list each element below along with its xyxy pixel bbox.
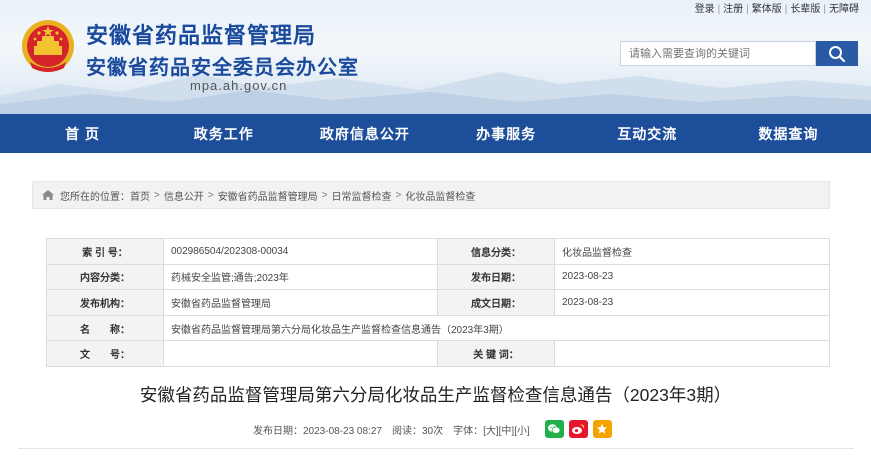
wechat-icon	[548, 424, 561, 434]
home-icon	[42, 190, 54, 200]
site-title-sub: 安徽省药品安全委员会办公室	[86, 57, 359, 79]
publish-date-value: 2023-08-23	[554, 263, 830, 291]
nav-item-info-disclosure[interactable]: 政府信息公开	[294, 114, 435, 153]
docno-value	[163, 340, 438, 367]
national-emblem-icon	[22, 20, 74, 72]
font-size-label: 字体：	[453, 425, 484, 437]
breadcrumb-cosmetics-inspection[interactable]: 化妆品监督检查	[405, 188, 475, 203]
weibo-icon	[572, 424, 585, 434]
breadcrumb-separator: >	[154, 189, 160, 201]
name-label: 名 称：	[46, 314, 164, 342]
search-icon	[829, 45, 846, 62]
table-row: 发布机构： 安徽省药品监督管理局 成文日期： 2023-08-23	[46, 289, 830, 316]
article-meta: 发布日期：2023-08-23 08:27 阅读：30次 字体： [大] [中]…	[253, 420, 612, 438]
qzone-share-button[interactable]	[592, 420, 612, 438]
search-button[interactable]	[816, 41, 858, 66]
site-title-main: 安徽省药品监督管理局	[86, 23, 317, 48]
breadcrumb: 您所在的位置： 首页 > 信息公开 > 安徽省药品监督管理局 > 日常监督检查 …	[32, 181, 830, 209]
accessibility-link[interactable]: 无障碍	[829, 4, 859, 15]
table-row: 文 号： 关 键 词：	[46, 340, 830, 367]
table-row: 名 称： 安徽省药品监督管理局第六分局化妆品生产监督检查信息通告（2023年3期…	[46, 314, 830, 342]
category-label: 信息分类：	[437, 238, 555, 265]
breadcrumb-prefix: 您所在的位置：	[60, 191, 130, 203]
breadcrumb-agency[interactable]: 安徽省药品监督管理局	[218, 188, 318, 203]
font-large-button[interactable]: [大]	[483, 422, 499, 437]
breadcrumb-info-public[interactable]: 信息公开	[164, 188, 204, 203]
qzone-icon	[596, 423, 608, 434]
document-info-table: 索 引 号： 002986504/202308-00034 信息分类： 化妆品监…	[46, 238, 830, 367]
publisher-label: 发布机构：	[46, 289, 164, 316]
view-count: 阅读：30次	[391, 425, 444, 437]
publish-date-label: 发布日期：	[437, 263, 555, 291]
table-row: 内容分类： 药械安全监管;通告;2023年 发布日期： 2023-08-23	[46, 263, 830, 291]
traditional-link[interactable]: 繁体版	[752, 4, 782, 15]
category-value: 化妆品监督检查	[554, 238, 830, 265]
font-small-button[interactable]: [小]	[514, 422, 530, 437]
nav-item-government-work[interactable]: 政务工作	[153, 114, 294, 153]
wechat-share-button[interactable]	[544, 420, 564, 438]
nav-item-data-query[interactable]: 数据查询	[718, 114, 859, 153]
content-label: 内容分类：	[46, 263, 164, 291]
index-value: 002986504/202308-00034	[163, 238, 438, 265]
font-medium-button[interactable]: [中]	[499, 422, 515, 437]
breadcrumb-separator: >	[395, 189, 402, 201]
login-link[interactable]: 登录	[695, 4, 715, 15]
breadcrumb-separator: >	[321, 189, 328, 201]
table-row: 索 引 号： 002986504/202308-00034 信息分类： 化妆品监…	[46, 238, 830, 265]
created-date-value: 2023-08-23	[554, 289, 830, 316]
nav-item-home[interactable]: 首 页	[12, 114, 153, 153]
publisher-value: 安徽省药品监督管理局	[163, 289, 438, 316]
nav-item-services[interactable]: 办事服务	[436, 114, 577, 153]
weibo-share-button[interactable]	[568, 420, 588, 438]
main-nav: 首 页 政务工作 政府信息公开 办事服务 互动交流 数据查询	[0, 114, 871, 153]
keywords-label: 关 键 词：	[437, 340, 555, 367]
content-value: 药械安全监管;通告;2023年	[163, 263, 438, 291]
top-links: 登录 | 注册 | 繁体版 | 长辈版 | 无障碍	[694, 4, 859, 15]
divider	[18, 448, 854, 449]
elder-mode-link[interactable]: 长辈版	[790, 4, 820, 15]
search-input[interactable]	[620, 41, 816, 66]
keywords-value	[554, 340, 830, 367]
publish-time: 发布日期：2023-08-23 08:27	[253, 425, 382, 437]
breadcrumb-home[interactable]: 首页	[130, 188, 150, 203]
breadcrumb-separator: >	[207, 189, 214, 201]
site-header: 登录 | 注册 | 繁体版 | 长辈版 | 无障碍 安徽省药品监督管理局 安徽省药品安全委员会办…	[0, 0, 871, 114]
breadcrumb-daily-inspection[interactable]: 日常监督检查	[332, 188, 392, 203]
article-title: 安徽省药品监督管理局第六分局化妆品生产监督检查信息通告（2023年3期）	[139, 385, 732, 405]
created-date-label: 成文日期：	[437, 289, 555, 316]
nav-item-interaction[interactable]: 互动交流	[577, 114, 718, 153]
site-domain: mpa.ah.gov.cn	[190, 78, 288, 93]
index-label: 索 引 号：	[46, 238, 164, 265]
docno-label: 文 号：	[46, 340, 164, 367]
name-value: 安徽省药品监督管理局第六分局化妆品生产监督检查信息通告（2023年3期）	[163, 314, 830, 342]
register-link[interactable]: 注册	[723, 4, 743, 15]
